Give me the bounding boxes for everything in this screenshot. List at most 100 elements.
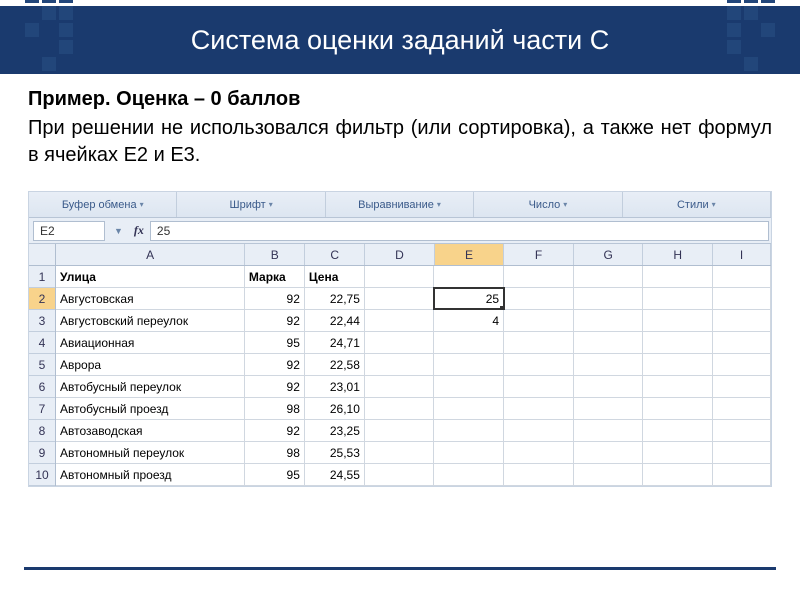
cell-C2[interactable]: 22,75 [305,288,365,309]
cell-F10[interactable] [504,464,574,485]
cell-G10[interactable] [574,464,644,485]
cell-D2[interactable] [365,288,435,309]
cell-D6[interactable] [365,376,435,397]
cell-G9[interactable] [574,442,644,463]
cell-I9[interactable] [713,442,771,463]
cell-D4[interactable] [365,332,435,353]
cell-C10[interactable]: 24,55 [305,464,365,485]
column-header-A[interactable]: A [56,244,245,265]
cell-H6[interactable] [643,376,713,397]
ribbon-group-2[interactable]: Выравнивание [326,192,474,217]
cell-E7[interactable] [434,398,504,419]
cell-G3[interactable] [574,310,644,331]
column-header-B[interactable]: B [245,244,305,265]
cell-G4[interactable] [574,332,644,353]
name-box[interactable]: E2 [33,221,105,241]
cell-C6[interactable]: 23,01 [305,376,365,397]
cell-I8[interactable] [713,420,771,441]
cell-E4[interactable] [434,332,504,353]
cell-D3[interactable] [365,310,435,331]
cell-G1[interactable] [574,266,644,287]
cell-H2[interactable] [643,288,713,309]
cell-B4[interactable]: 95 [245,332,305,353]
cell-F8[interactable] [504,420,574,441]
cell-D5[interactable] [365,354,435,375]
column-header-C[interactable]: C [305,244,365,265]
cell-B6[interactable]: 92 [245,376,305,397]
cell-B2[interactable]: 92 [245,288,305,309]
row-header-6[interactable]: 6 [29,376,55,398]
cell-H9[interactable] [643,442,713,463]
cell-B9[interactable]: 98 [245,442,305,463]
row-header-9[interactable]: 9 [29,442,55,464]
cell-B10[interactable]: 95 [245,464,305,485]
cell-D7[interactable] [365,398,435,419]
column-header-I[interactable]: I [713,244,771,265]
cell-D10[interactable] [365,464,435,485]
cell-A8[interactable]: Автозаводская [56,420,245,441]
cell-I7[interactable] [713,398,771,419]
fx-button[interactable]: fx [128,223,150,238]
cell-H3[interactable] [643,310,713,331]
cell-G5[interactable] [574,354,644,375]
cell-E8[interactable] [434,420,504,441]
row-header-3[interactable]: 3 [29,310,55,332]
cell-C4[interactable]: 24,71 [305,332,365,353]
row-header-1[interactable]: 1 [29,266,55,288]
cell-G6[interactable] [574,376,644,397]
cell-A9[interactable]: Автономный переулок [56,442,245,463]
cell-B3[interactable]: 92 [245,310,305,331]
cell-E2[interactable]: 25 [434,288,504,309]
cell-I2[interactable] [713,288,771,309]
ribbon-group-3[interactable]: Число [474,192,622,217]
cell-A6[interactable]: Автобусный переулок [56,376,245,397]
cell-C1[interactable]: Цена [305,266,365,287]
cell-H4[interactable] [643,332,713,353]
cell-E6[interactable] [434,376,504,397]
cell-A3[interactable]: Августовский переулок [56,310,245,331]
cell-A5[interactable]: Аврора [56,354,245,375]
cell-H7[interactable] [643,398,713,419]
row-header-8[interactable]: 8 [29,420,55,442]
row-header-10[interactable]: 10 [29,464,55,486]
name-box-dropdown-icon[interactable]: ▼ [109,226,128,236]
formula-input[interactable]: 25 [150,221,769,241]
cell-F4[interactable] [504,332,574,353]
cell-I1[interactable] [713,266,771,287]
cell-F7[interactable] [504,398,574,419]
cell-C5[interactable]: 22,58 [305,354,365,375]
cell-A7[interactable]: Автобусный проезд [56,398,245,419]
cell-E10[interactable] [434,464,504,485]
cell-A1[interactable]: Улица [56,266,245,287]
cell-A10[interactable]: Автономный проезд [56,464,245,485]
ribbon-group-1[interactable]: Шрифт [177,192,325,217]
cell-I5[interactable] [713,354,771,375]
cell-A2[interactable]: Августовская [56,288,245,309]
cell-F2[interactable] [504,288,574,309]
cell-F3[interactable] [504,310,574,331]
row-header-7[interactable]: 7 [29,398,55,420]
row-header-2[interactable]: 2 [29,288,55,310]
cell-E5[interactable] [434,354,504,375]
ribbon-group-4[interactable]: Стили [623,192,771,217]
cell-A4[interactable]: Авиационная [56,332,245,353]
cell-B7[interactable]: 98 [245,398,305,419]
cell-F9[interactable] [504,442,574,463]
column-header-G[interactable]: G [574,244,644,265]
cell-F6[interactable] [504,376,574,397]
column-header-H[interactable]: H [643,244,713,265]
cell-H8[interactable] [643,420,713,441]
cell-E9[interactable] [434,442,504,463]
cell-H10[interactable] [643,464,713,485]
column-header-E[interactable]: E [435,244,505,265]
cell-H1[interactable] [643,266,713,287]
cell-I3[interactable] [713,310,771,331]
cell-G8[interactable] [574,420,644,441]
cell-I6[interactable] [713,376,771,397]
cell-B5[interactable]: 92 [245,354,305,375]
cell-H5[interactable] [643,354,713,375]
cell-D9[interactable] [365,442,435,463]
cell-D1[interactable] [365,266,435,287]
select-all-corner[interactable] [29,244,55,266]
cell-B8[interactable]: 92 [245,420,305,441]
